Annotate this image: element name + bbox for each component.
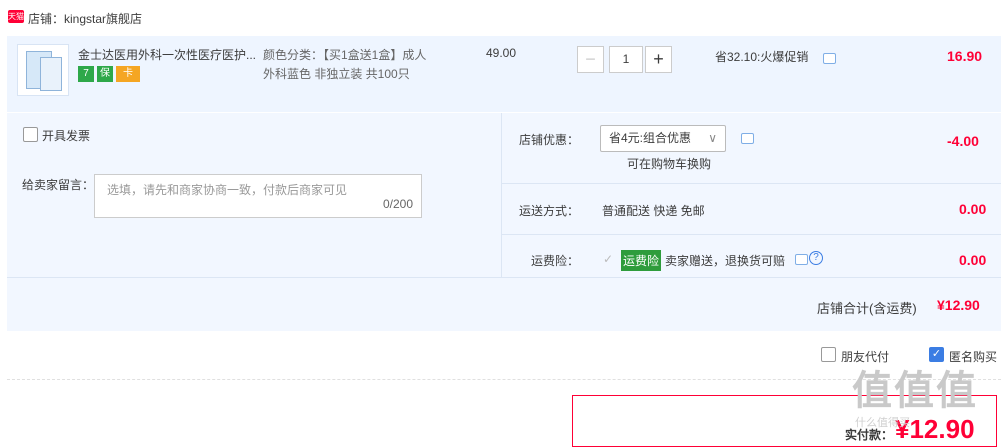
watermark-logo: 值值值 [852,369,978,413]
watermark-subtext: 什么值得买 [855,417,910,429]
insurance-chat-icon[interactable] [795,254,808,265]
qty-input[interactable]: 1 [609,46,643,73]
help-icon[interactable]: ? [809,251,823,265]
row-divider-2 [501,234,1001,235]
item-sku: 颜色分类：【买1盒送1盒】成人 外科蓝色 非独立装 共100只 [263,46,443,84]
seven-day-return-icon[interactable]: 7 [78,66,94,82]
chevron-down-icon: ∨ [708,131,717,145]
discount-label: 店铺优惠： [518,133,579,147]
memo-char-count: 0/200 [382,197,413,211]
memo-label: 给卖家留言： [22,178,95,192]
qty-plus-button[interactable]: + [645,46,672,73]
shop-header: 天猫 店铺：kingstar旗舰店 [0,0,1001,36]
sku-line-1: 颜色分类：【买1盒送1盒】成人 [263,48,427,62]
order-options-panel: 开具发票 给卖家留言： 选填，请先和商家协商一致，付款后商家可见 0/200 店… [7,113,1001,331]
insurance-badge: 运费险 [621,250,662,271]
discount-select[interactable]: 省4元:组合优惠 ∨ [600,125,726,152]
row-divider-1 [501,183,1001,184]
insurance-check-icon: ✓ [603,252,614,266]
item-subtotal: 16.90 [947,48,983,64]
promo-text: 省32.10:火爆促销 [715,50,809,64]
discount-amount: -4.00 [947,133,979,149]
discount-select-value: 省4元:组合优惠 [609,131,692,145]
invoice-label: 开具发票 [42,129,91,143]
memo-textarea[interactable]: 选填，请先和商家协商一致，付款后商家可见 0/200 [94,174,422,218]
total-divider [7,277,1001,278]
shop-total-label: 店铺合计(含运费) [817,301,917,316]
insurance-amount: 0.00 [959,252,987,268]
invoice-checkbox[interactable] [23,127,38,142]
sku-line-2: 外科蓝色 非独立装 共100只 [263,67,410,81]
promo-info-icon[interactable] [823,53,836,64]
discount-note: 可在购物车换购 [627,157,712,171]
guarantee-icon[interactable]: 保 [97,66,113,82]
unit-price: 49.00 [486,46,517,60]
shop-total-amount: ¥12.90 [937,297,980,313]
tmall-logo-icon: 天猫 [8,10,24,23]
panel-divider [501,113,502,277]
memo-placeholder: 选填，请先和商家协商一致，付款后商家可见 [107,183,348,197]
insurance-label: 运费险： [530,254,579,268]
friend-pay-checkbox[interactable] [821,347,836,362]
shop-name-link[interactable]: 店铺：kingstar旗舰店 [28,10,142,27]
left-options: 开具发票 给卖家留言： 选填，请先和商家协商一致，付款后商家可见 0/200 [7,113,501,277]
shipping-value: 普通配送 快递 免邮 [602,204,705,218]
item-title-link[interactable]: 金士达医用外科一次性医疗医护... [78,46,258,63]
qty-minus-button[interactable]: − [577,46,604,73]
product-thumbnail[interactable] [17,44,69,96]
insurance-text: 卖家赠送，退换货可赔 [665,254,786,268]
shipping-amount: 0.00 [959,201,987,217]
item-row: 金士达医用外科一次性医疗医护... 7 保 卡 颜色分类：【买1盒送1盒】成人 … [7,36,1001,112]
product-box-image-2 [40,57,62,91]
credit-card-icon[interactable]: 卡 [116,66,140,82]
discount-chat-icon[interactable] [741,133,754,144]
shipping-label: 运送方式： [518,204,579,218]
